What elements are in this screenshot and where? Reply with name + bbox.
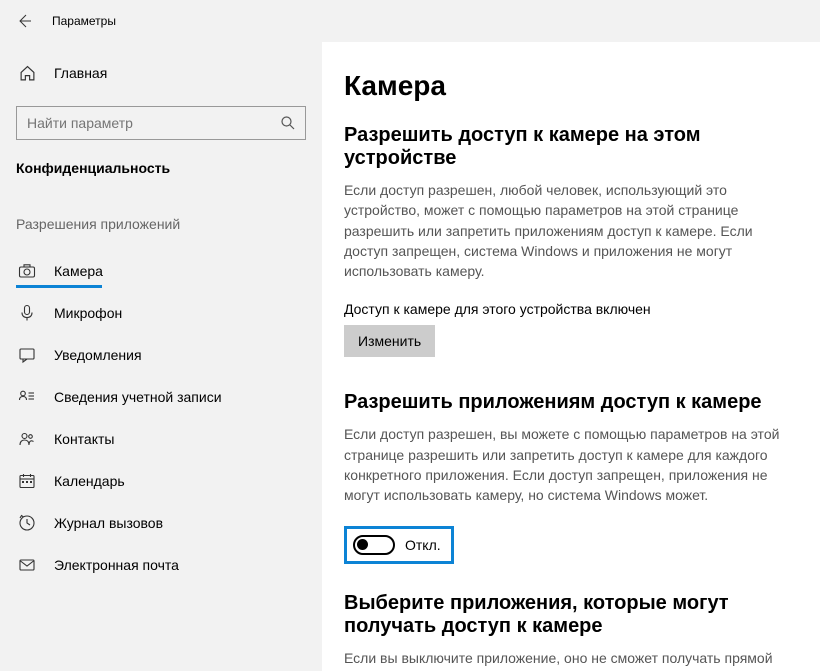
camera-access-status: Доступ к камере для этого устройства вкл… xyxy=(344,301,798,317)
sidebar-item-calendar[interactable]: Календарь xyxy=(0,460,322,502)
section3-title: Выберите приложения, которые могут получ… xyxy=(344,592,798,638)
sidebar-item-email[interactable]: Электронная почта xyxy=(0,544,322,586)
sidebar-item-label: Уведомления xyxy=(54,347,142,363)
search-icon xyxy=(280,115,296,131)
sidebar: Главная Конфиденциальность Разрешения пр… xyxy=(0,42,322,671)
section2-title: Разрешить приложениям доступ к камере xyxy=(344,391,798,414)
calendar-icon xyxy=(18,472,36,490)
camera-icon xyxy=(18,262,36,280)
sidebar-item-contacts[interactable]: Контакты xyxy=(0,418,322,460)
page-title: Камера xyxy=(344,70,798,102)
notifications-icon xyxy=(18,346,36,364)
arrow-left-icon xyxy=(16,13,32,29)
sidebar-item-label: Электронная почта xyxy=(54,557,179,573)
sidebar-item-label: Камера xyxy=(54,263,103,279)
microphone-icon xyxy=(18,304,36,322)
contacts-icon xyxy=(18,430,36,448)
home-nav[interactable]: Главная xyxy=(0,54,322,92)
email-icon xyxy=(18,556,36,574)
sidebar-item-label: Журнал вызовов xyxy=(54,515,163,531)
sidebar-item-label: Сведения учетной записи xyxy=(54,389,222,405)
sidebar-item-microphone[interactable]: Микрофон xyxy=(0,292,322,334)
sidebar-item-label: Контакты xyxy=(54,431,114,447)
toggle-track xyxy=(353,535,395,555)
sidebar-item-camera[interactable]: Камера xyxy=(0,250,322,292)
change-button[interactable]: Изменить xyxy=(344,325,435,357)
section2-desc: Если доступ разрешен, вы можете с помощь… xyxy=(344,424,798,505)
section1-desc: Если доступ разрешен, любой человек, исп… xyxy=(344,180,798,281)
apps-camera-toggle[interactable]: Откл. xyxy=(344,526,454,564)
home-label: Главная xyxy=(54,65,107,81)
sidebar-item-account-info[interactable]: Сведения учетной записи xyxy=(0,376,322,418)
back-button[interactable] xyxy=(14,11,34,31)
call-history-icon xyxy=(18,514,36,532)
sidebar-item-call-history[interactable]: Журнал вызовов xyxy=(0,502,322,544)
section1-title: Разрешить доступ к камере на этом устрой… xyxy=(344,124,798,170)
window-title: Параметры xyxy=(52,14,116,28)
toggle-label: Откл. xyxy=(405,537,441,553)
search-box[interactable] xyxy=(16,106,306,140)
sidebar-item-label: Микрофон xyxy=(54,305,122,321)
sidebar-item-label: Календарь xyxy=(54,473,125,489)
main-content: Камера Разрешить доступ к камере на этом… xyxy=(322,42,820,671)
category-label: Конфиденциальность xyxy=(0,160,322,202)
window-header: Параметры xyxy=(0,0,820,42)
section3-desc: Если вы выключите приложение, оно не смо… xyxy=(344,648,798,668)
home-icon xyxy=(18,64,36,82)
search-input[interactable] xyxy=(16,106,306,140)
toggle-knob xyxy=(357,539,368,550)
account-info-icon xyxy=(18,388,36,406)
sidebar-item-notifications[interactable]: Уведомления xyxy=(0,334,322,376)
section-label: Разрешения приложений xyxy=(0,202,322,250)
